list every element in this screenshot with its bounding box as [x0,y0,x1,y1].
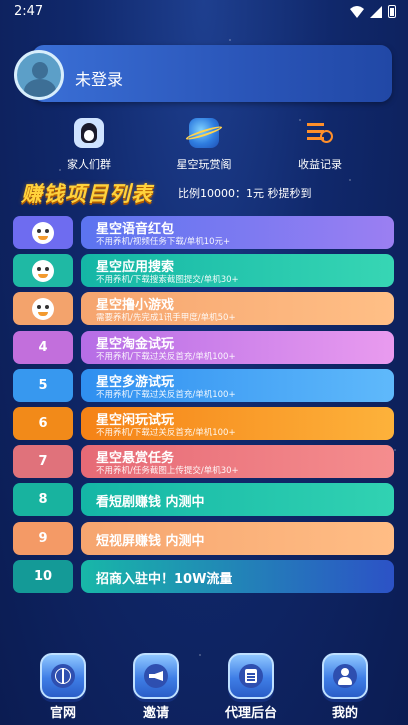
quick-link-label: 收益记录 [298,158,342,171]
project-pill[interactable]: 星空悬赏任务 不用养机/任务截图上传提交/单机30+ [81,445,394,479]
quick-link-label: 家人们群 [67,158,111,171]
project-badge [13,292,73,326]
nav-label: 邀请 [142,706,169,721]
project-row[interactable]: 10 招商入驻中！10W流量 [13,559,394,593]
mascot-icon [32,221,54,244]
project-pill[interactable]: 星空多游试玩 不用养机/下载过关反首充/单机100+ [81,368,394,402]
avatar[interactable] [14,50,64,100]
section-note: 比例10000：1元 秒提秒到 [178,187,312,200]
nav-item-mine[interactable]: 我的 [310,653,380,721]
nav-item-website[interactable]: 官网 [28,653,98,721]
nav-label: 官网 [49,706,76,721]
nav-item-invite[interactable]: 邀请 [121,653,191,721]
status-icons [350,5,396,18]
project-description: 需要养机/先完成1讯手甲度/单机50+ [96,313,236,324]
battery-icon [388,5,396,18]
avatar-body-shape [24,79,56,97]
project-row[interactable]: 星空语音红包 不用养机/视频任务下载/单机10元+ [13,216,394,249]
project-row[interactable]: 星空撸小游戏 需要养机/先完成1讯手甲度/单机50+ [13,292,394,326]
quick-link-family-group[interactable]: 家人们群 [39,118,139,172]
ledger-clock-icon [305,118,335,148]
nav-item-agent-backend[interactable]: 代理后台 [216,653,286,721]
nav-label: 我的 [331,706,358,721]
nav-button [322,653,368,699]
nav-button [133,653,179,699]
project-badge: 6 [13,407,73,440]
bottom-nav: 官网 邀请 代理后台 我的 [0,653,408,725]
project-row[interactable]: 5 星空多游试玩 不用养机/下载过关反首充/单机100+ [13,368,394,402]
project-row[interactable]: 6 星空闲玩试玩 不用养机/下载过关反首充/单机100+ [13,407,394,440]
project-badge: 10 [13,559,73,593]
planet-icon [189,118,219,148]
project-badge: 8 [13,483,73,517]
project-badge [13,254,73,288]
signal-icon [370,5,382,18]
mascot-icon [32,297,54,320]
nav-button [228,653,274,699]
project-row[interactable]: 4 星空淘金试玩 不用养机/下载过关反首充/单机100+ [13,330,394,364]
project-description: 不用养机/下载过关反首充/单机100+ [96,351,236,362]
status-bar: 2:47 [0,0,408,24]
quick-link-star-gallery[interactable]: 星空玩赏阁 [154,118,254,172]
quick-link-earnings-record[interactable]: 收益记录 [270,118,370,172]
project-pill[interactable]: 星空语音红包 不用养机/视频任务下载/单机10元+ [81,216,394,249]
project-badge [13,216,73,249]
project-title: 短视屏赚钱 内测中 [96,533,205,549]
avatar-head-shape [32,62,48,79]
quick-link-label: 星空玩赏阁 [176,158,232,171]
project-row[interactable]: 星空应用搜索 不用养机/下载搜索截图提交/单机30+ [13,254,394,288]
penguin-icon [74,118,104,148]
project-description: 不用养机/下载过关反首充/单机100+ [96,389,236,400]
project-title: 招商入驻中！10W流量 [96,571,233,587]
nav-button [40,653,86,699]
project-description: 不用养机/下载搜索截图提交/单机30+ [96,275,239,286]
section-title: 赚钱项目列表 [21,182,153,206]
project-pill[interactable]: 星空闲玩试玩 不用养机/下载过关反首充/单机100+ [81,407,394,440]
status-time: 2:47 [14,4,44,19]
project-description: 不用养机/下载过关反首充/单机100+ [96,428,236,438]
project-badge: 7 [13,445,73,479]
mascot-icon [32,259,54,282]
project-row[interactable]: 7 星空悬赏任务 不用养机/任务截图上传提交/单机30+ [13,445,394,479]
project-pill[interactable]: 招商入驻中！10W流量 [81,559,394,593]
megaphone-icon [144,664,168,688]
globe-icon [51,664,75,688]
project-row[interactable]: 9 短视屏赚钱 内测中 [13,521,394,555]
project-badge: 5 [13,368,73,402]
project-description: 不用养机/任务截图上传提交/单机30+ [96,466,239,477]
project-pill[interactable]: 星空撸小游戏 需要养机/先完成1讯手甲度/单机50+ [81,292,394,326]
wifi-icon [350,5,364,18]
project-pill[interactable]: 星空淘金试玩 不用养机/下载过关反首充/单机100+ [81,330,394,364]
login-status-label[interactable]: 未登录 [75,66,123,90]
user-icon [333,664,357,688]
nav-label: 代理后台 [224,706,277,721]
document-icon [239,664,263,688]
project-badge: 4 [13,330,73,364]
project-pill[interactable]: 短视屏赚钱 内测中 [81,521,394,555]
project-pill[interactable]: 星空应用搜索 不用养机/下载搜索截图提交/单机30+ [81,254,394,288]
project-badge: 9 [13,521,73,555]
project-description: 不用养机/视频任务下载/单机10元+ [96,237,231,247]
project-title: 看短剧赚钱 内测中 [96,495,205,511]
project-pill[interactable]: 看短剧赚钱 内测中 [81,483,394,517]
project-row[interactable]: 8 看短剧赚钱 内测中 [13,483,394,517]
